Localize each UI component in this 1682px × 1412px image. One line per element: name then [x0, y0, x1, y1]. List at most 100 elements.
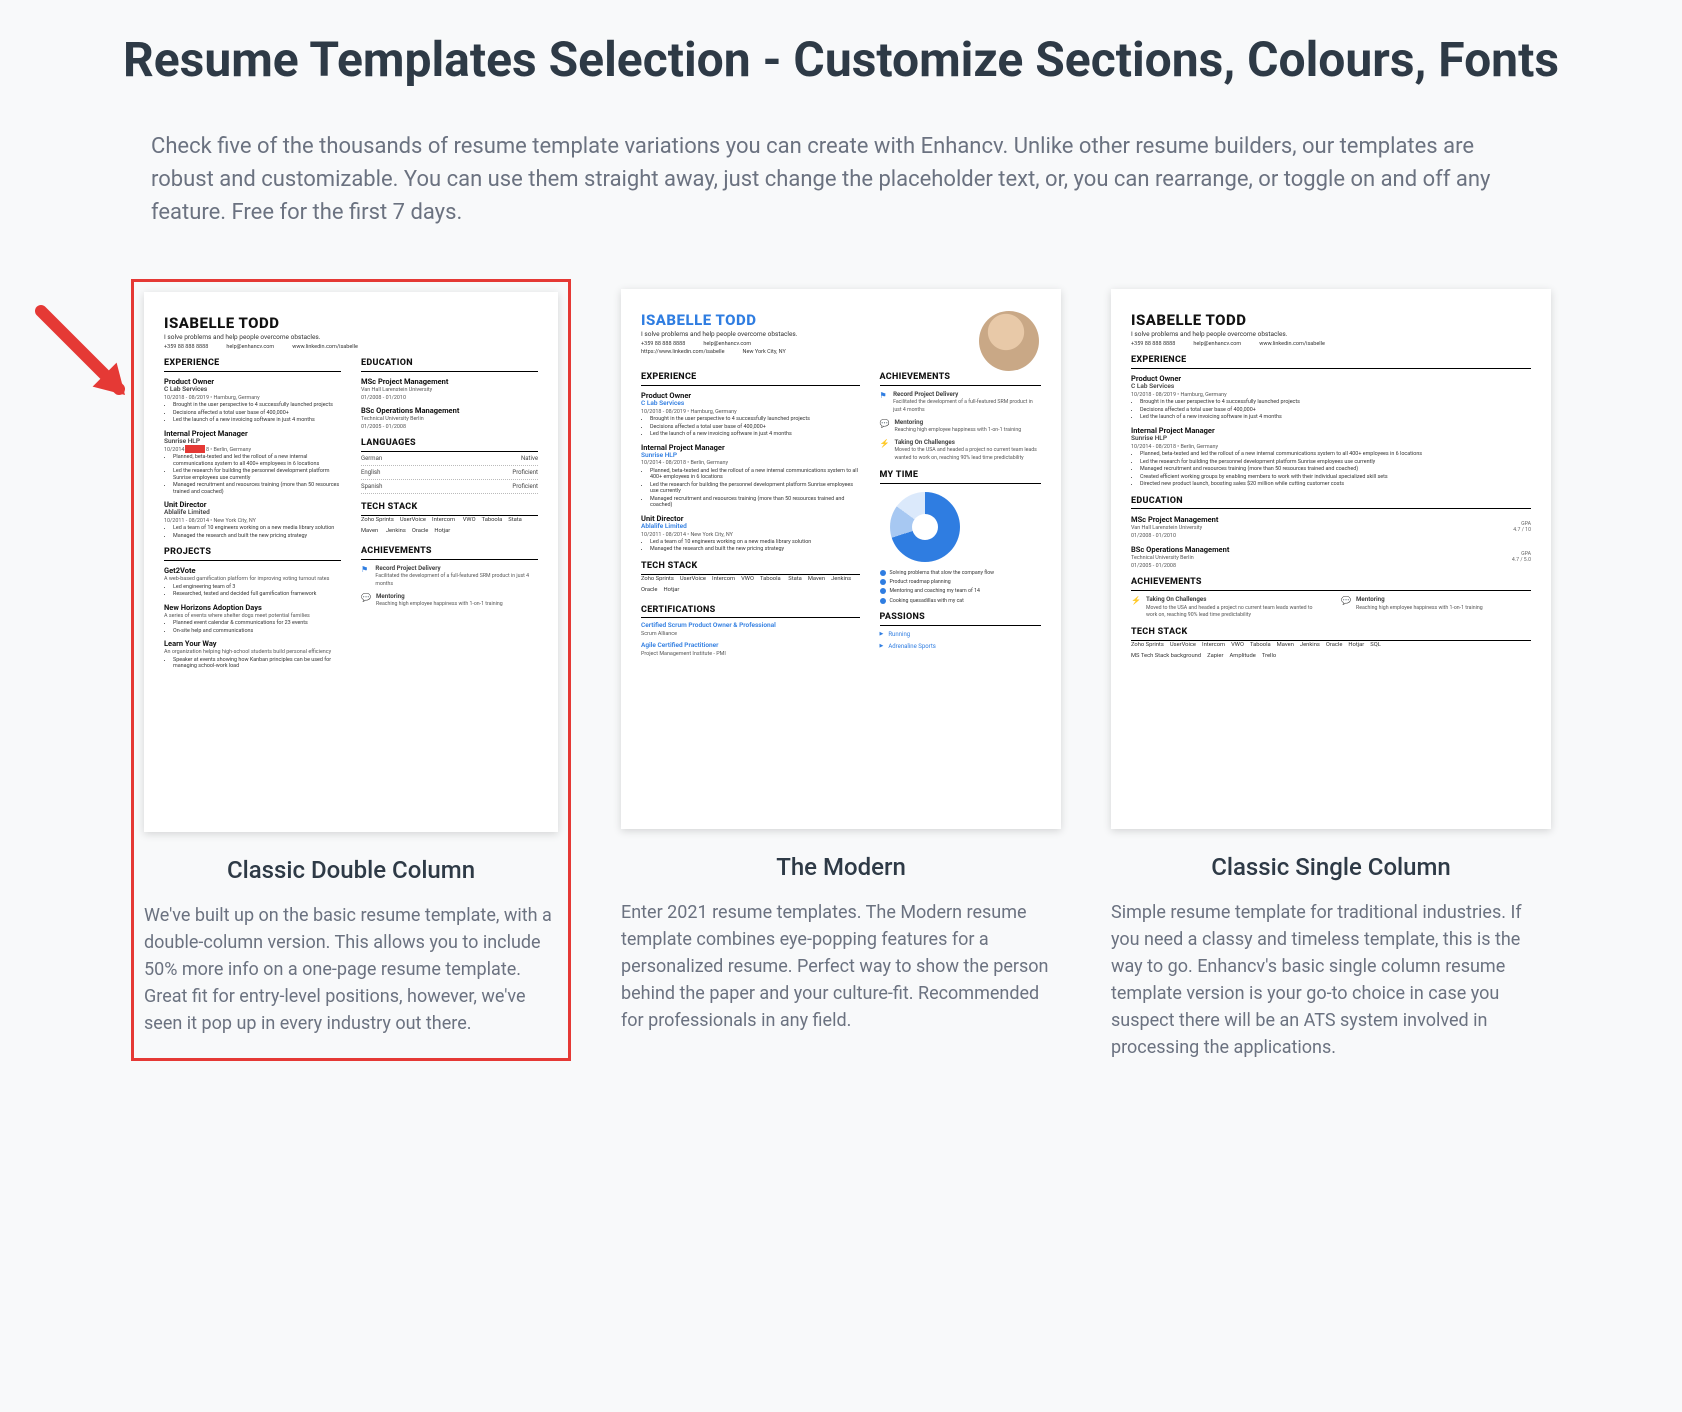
legend-item: Cooking quesadillas with my cat	[880, 598, 1042, 604]
section-mytime: MY TIME	[880, 470, 1042, 484]
bullet: Directed new product launch, boosting sa…	[1140, 481, 1531, 487]
section-experience: EXPERIENCE	[164, 358, 341, 372]
section-experience: EXPERIENCE	[1131, 355, 1531, 369]
job-meta: 10/2011 - 08/2014 • New York City, NY	[164, 518, 341, 524]
company: Sunrise HLP	[1131, 435, 1531, 443]
achv-desc: Moved to the USA and headed a project no…	[1146, 605, 1313, 619]
project-desc: A series of events where shelter dogs me…	[164, 613, 341, 619]
chat-icon: 💬	[880, 419, 890, 429]
section-achievements: ACHIEVEMENTS	[880, 372, 1042, 386]
bullet: Decisions affected a total user base of …	[173, 410, 341, 416]
chat-icon: 💬	[1341, 596, 1351, 606]
passion-item: Adrenaline Sports	[880, 643, 1042, 650]
resume-tagline: I solve problems and help people overcom…	[164, 334, 538, 342]
legend-item: Solving problems that slow the company f…	[880, 570, 1042, 576]
achv-title: Taking On Challenges	[894, 439, 1041, 446]
bullet: Planned, beta-tested and led the rollout…	[1140, 451, 1531, 457]
bullet: Led the research for building the person…	[173, 468, 341, 481]
achv-desc: Reaching high employee happiness with 1-…	[895, 427, 1022, 433]
email: help@enhancv.com	[703, 341, 751, 348]
job-meta: 10/2014 - 08/2018 • Berlin, Germany	[641, 460, 860, 466]
edu-title: MSc Project Management	[361, 377, 538, 386]
template-card-modern[interactable]: ISABELLE TODD I solve problems and help …	[621, 289, 1061, 1061]
company: Ablalife Limited	[164, 509, 341, 517]
lang: Spanish	[361, 483, 382, 490]
bullet: Speaker at events showing how Kanban pri…	[173, 657, 341, 670]
edu-school: Technical University Berlin	[1131, 555, 1229, 561]
lang-level: Proficient	[512, 469, 538, 476]
section-experience: EXPERIENCE	[641, 372, 860, 386]
template-name: Classic Double Column	[144, 856, 558, 884]
template-thumb: ISABELLE TODD I solve problems and help …	[1111, 289, 1551, 829]
section-languages: LANGUAGES	[361, 438, 538, 452]
resume-name: ISABELLE TODD	[164, 314, 538, 332]
template-thumb: ISABELLE TODD I solve problems and help …	[621, 289, 1061, 829]
section-techstack: TECH STACK	[1131, 627, 1531, 641]
bullet: Managed recruitment and resources traini…	[650, 496, 860, 509]
bolt-icon: ⚡	[880, 439, 890, 449]
lang-level: Proficient	[512, 483, 538, 490]
tech-tags: Zoho SprintsUserVoiceIntercomVWOTaboola …	[641, 575, 860, 597]
bullet: Led engineering team of 3	[173, 584, 341, 590]
cert-title: Agile Certified Practitioner	[641, 642, 860, 650]
achv-title: Record Project Delivery	[893, 391, 1041, 398]
section-achievements: ACHIEVEMENTS	[1131, 577, 1531, 591]
achv-title: Taking On Challenges	[1146, 596, 1321, 603]
donut-chart	[890, 492, 960, 562]
edu-title: BSc Operations Management	[361, 406, 538, 415]
edu-meta: 01/2005 - 01/2008	[1131, 563, 1229, 569]
resume-name: ISABELLE TODD	[1131, 311, 1531, 329]
template-desc: Enter 2021 resume templates. The Modern …	[621, 899, 1061, 1034]
job-meta: 10/2014 - 08/2018 • Berlin, Germany	[1131, 444, 1531, 450]
tech-tags: Zoho SprintsUserVoiceIntercom VWOTaboola…	[361, 516, 538, 538]
edu-meta: 01/2008 - 01/2010	[1131, 533, 1218, 539]
template-card-classic-double[interactable]: ISABELLE TODD I solve problems and help …	[131, 279, 571, 1061]
job-meta: 10/2018 - 08/2019 • Hamburg, Germany	[164, 395, 341, 401]
job-title: Product Owner	[1131, 374, 1531, 383]
company: C Lab Services	[164, 386, 341, 394]
bullet: Led the research for building the person…	[650, 482, 860, 495]
avatar	[979, 311, 1039, 371]
job-meta: 10/2018 - 08/2019 • Hamburg, Germany	[1131, 392, 1531, 398]
project-desc: An organization helping high-school stud…	[164, 649, 341, 655]
template-card-classic-single[interactable]: ISABELLE TODD I solve problems and help …	[1111, 289, 1551, 1061]
template-thumb: ISABELLE TODD I solve problems and help …	[144, 292, 558, 832]
email: help@enhancv.com	[226, 344, 274, 351]
resume-name: ISABELLE TODD	[641, 311, 1041, 329]
cert-sub: Project Management Institute - PMI	[641, 651, 860, 657]
cert-sub: Scrum Alliance	[641, 631, 860, 637]
achv-title: Mentoring	[895, 419, 1022, 426]
bullet: Decisions affected a total user base of …	[650, 424, 860, 430]
bullet: Led the launch of a new invoicing softwa…	[173, 417, 341, 423]
achv-desc: Facilitated the development of a full-fe…	[375, 573, 529, 587]
achv-desc: Facilitated the development of a full-fe…	[893, 399, 1033, 413]
achv-desc: Moved to the USA and headed a project no…	[894, 447, 1036, 461]
bullet: Created efficient working groups by enab…	[1140, 474, 1531, 480]
achv-title: Mentoring	[376, 593, 503, 600]
page-title: Resume Templates Selection - Customize S…	[0, 30, 1682, 90]
template-name: The Modern	[621, 853, 1061, 881]
phone: +359 88 888 8888	[164, 344, 208, 351]
chat-icon: 💬	[361, 593, 371, 603]
cert-title: Certified Scrum Product Owner & Professi…	[641, 622, 860, 630]
job-meta: 10/2011 - 08/2014 • New York City, NY	[641, 532, 860, 538]
resume-tagline: I solve problems and help people overcom…	[1131, 331, 1531, 339]
resume-meta: +359 88 888 8888 help@enhancv.com www.li…	[164, 344, 538, 351]
template-desc: Simple resume template for traditional i…	[1111, 899, 1551, 1061]
bullet: Planned event calendar & communications …	[173, 620, 341, 626]
template-desc: We've built up on the basic resume templ…	[144, 902, 558, 1037]
edu-school: Van Hall Larenstein University	[1131, 525, 1218, 531]
phone: +359 88 888 8888	[1131, 341, 1175, 348]
bolt-icon: ⚡	[1131, 596, 1141, 606]
achv-desc: Reaching high employee happiness with 1-…	[376, 601, 503, 607]
bullet: Brought in the user perspective to 4 suc…	[650, 416, 860, 422]
achv-desc: Reaching high employee happiness with 1-…	[1356, 605, 1483, 611]
project-title: Learn Your Way	[164, 639, 341, 648]
link: www.linkedin.com/isabelle	[292, 344, 358, 351]
bullet: Led the launch of a new invoicing softwa…	[1140, 414, 1531, 420]
section-techstack: TECH STACK	[641, 561, 860, 575]
job-meta: 10/2018 - 08/2019 • Hamburg, Germany	[641, 409, 860, 415]
legend-item: Mentoring and coaching my team of 14	[880, 588, 1042, 594]
annotation-dash	[185, 445, 205, 453]
company: C Lab Services	[1131, 383, 1531, 391]
